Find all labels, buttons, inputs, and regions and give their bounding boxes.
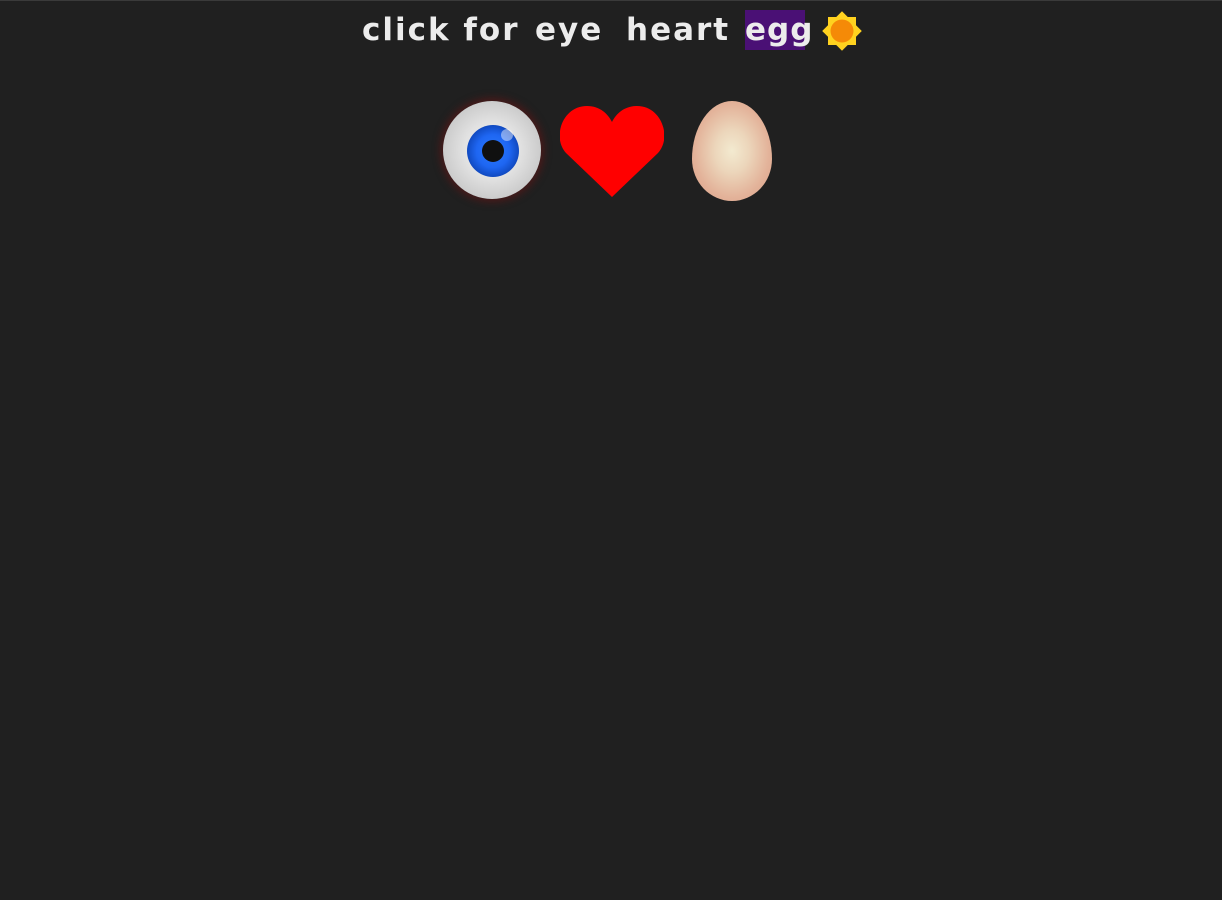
option-egg[interactable]: egg — [745, 10, 812, 50]
sun-icon — [822, 11, 862, 51]
top-border — [0, 0, 1222, 1]
eye-shape — [443, 101, 541, 199]
menu-label: click for — [362, 12, 520, 48]
eye-pupil — [482, 140, 504, 162]
option-eye[interactable]: eye — [535, 10, 603, 50]
shape-menu: click for eye heart egg — [0, 10, 1222, 52]
shape-gallery — [0, 100, 1222, 210]
eye-glint — [501, 129, 513, 141]
egg-shape — [692, 101, 772, 201]
eye-iris — [467, 125, 519, 177]
heart-shape — [560, 106, 664, 197]
option-heart[interactable]: heart — [626, 10, 730, 50]
theme-toggle-button[interactable] — [820, 9, 864, 53]
